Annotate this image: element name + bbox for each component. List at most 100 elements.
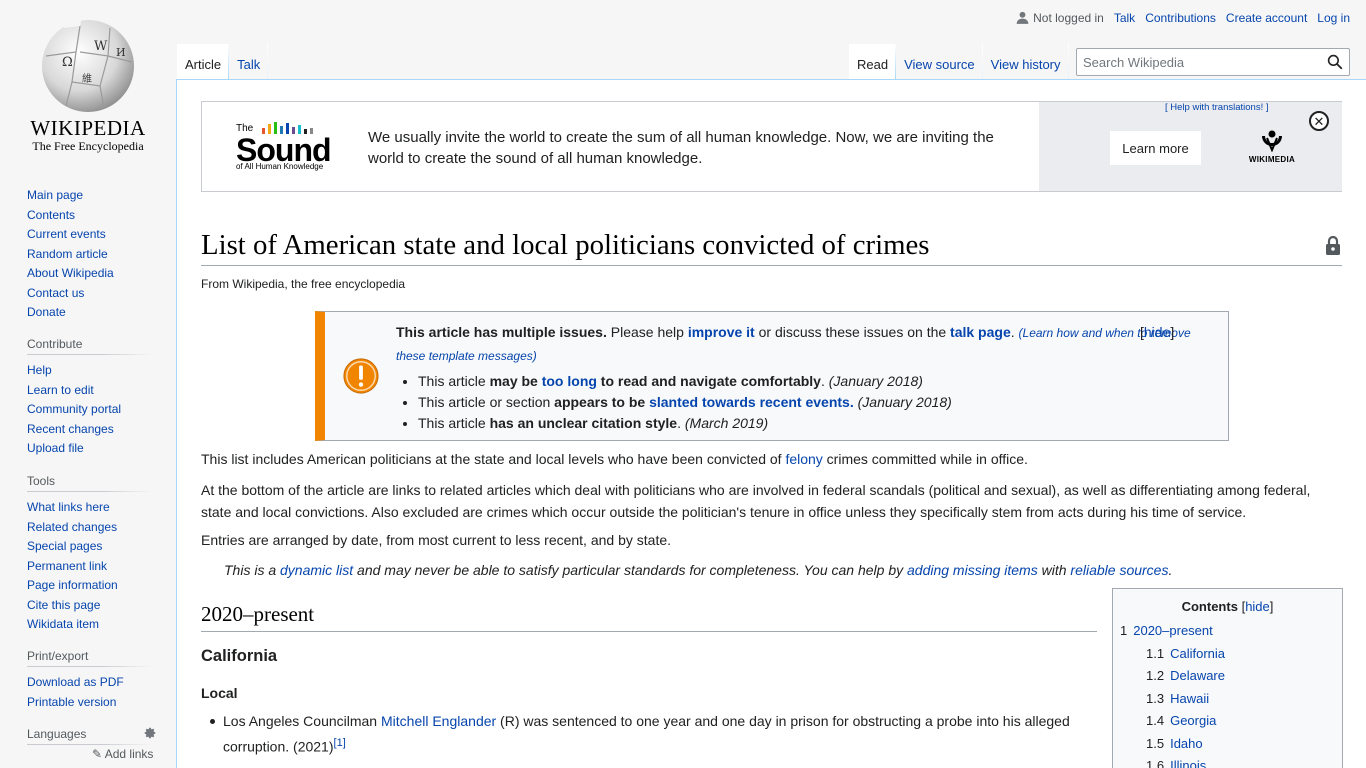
felony-link[interactable]: felony — [785, 451, 822, 467]
tab-read[interactable]: Read — [849, 44, 897, 80]
sidebar-item-wikidata-item[interactable]: Wikidata item — [27, 617, 99, 631]
tab-view-source[interactable]: View source — [896, 44, 983, 80]
log-in-link[interactable]: Log in — [1317, 11, 1350, 25]
sidebar-item-cite-this-page[interactable]: Cite this page — [27, 598, 100, 612]
sidebar-item-contents[interactable]: Contents — [27, 208, 75, 222]
intro-paragraph-2: At the bottom of the article are links t… — [201, 482, 1311, 520]
mitchell-englander-link[interactable]: Mitchell Englander — [381, 713, 496, 729]
banner-message: We usually invite the world to create th… — [368, 129, 994, 167]
print-heading: Print/export — [27, 649, 152, 667]
toc-hide-link[interactable]: hide — [1245, 599, 1270, 614]
toc-entry[interactable]: 1.3 Hawaii — [1120, 688, 1335, 711]
toc-entry[interactable]: 1 2020–present — [1120, 620, 1335, 643]
toc-entry[interactable]: 1.2 Delaware — [1120, 665, 1335, 688]
intro-paragraph-3: Entries are arranged by date, from most … — [201, 532, 672, 548]
sidebar-item-recent-changes[interactable]: Recent changes — [27, 422, 114, 436]
toc-link[interactable]: California — [1170, 646, 1225, 661]
tab-talk[interactable]: Talk — [229, 44, 269, 80]
too-long-link[interactable]: too long — [542, 373, 597, 389]
not-logged-in-label: Not logged in — [1033, 11, 1104, 25]
search-input[interactable] — [1077, 49, 1317, 75]
toc-link[interactable]: Delaware — [1170, 668, 1225, 683]
multiple-issues-box: This article has multiple issues. Please… — [315, 311, 1229, 441]
sidebar-item-community-portal[interactable]: Community portal — [27, 402, 121, 416]
toc-number: 1.2 — [1146, 668, 1165, 683]
toc-entry[interactable]: 1.5 Idaho — [1120, 733, 1335, 756]
toc-number: 1.1 — [1146, 645, 1165, 661]
svg-text:Ω: Ω — [62, 55, 73, 70]
sidebar-item-help[interactable]: Help — [27, 363, 52, 377]
sidebar-item-printable-version[interactable]: Printable version — [27, 695, 116, 709]
hat-text-d: . — [1168, 562, 1173, 578]
toc-list: 1 2020–present 1.1 California 1.2 Delaware … — [1120, 620, 1335, 768]
tab-view-history-label: View history — [990, 57, 1061, 72]
sidebar-item-upload-file[interactable]: Upload file — [27, 441, 84, 455]
toc-entry[interactable]: 1.6 Illinois — [1120, 755, 1335, 768]
improve-it-link[interactable]: improve it — [688, 324, 755, 340]
tab-view-history[interactable]: View history — [982, 44, 1069, 80]
learn-more-button[interactable]: Learn more — [1110, 131, 1201, 165]
toc-entry[interactable]: 1.4 Georgia — [1120, 710, 1335, 733]
talk-page-link[interactable]: talk page — [950, 324, 1011, 340]
sidebar-item-related-changes[interactable]: Related changes — [27, 520, 117, 534]
toc-link[interactable]: 2020–present — [1133, 623, 1213, 638]
reliable-sources-link[interactable]: reliable sources — [1070, 562, 1168, 578]
toc-entry[interactable]: 1.1 California — [1120, 643, 1335, 666]
issues-text: This article has multiple issues. Please… — [396, 321, 1216, 434]
sidebar-item-main-page[interactable]: Main page — [27, 188, 83, 202]
recentism-link[interactable]: slanted towards recent events. — [649, 394, 854, 410]
sidebar-item-donate[interactable]: Donate — [27, 305, 66, 319]
print-portal: Print/export Download as PDF Printable v… — [27, 649, 152, 712]
help-translations-link[interactable]: [ Help with translations! ] — [1165, 102, 1269, 113]
wikipedia-logo[interactable]: W Ω И 維 WIKIPEDIA The Free Encyclopedia — [0, 0, 176, 160]
adding-missing-items-link[interactable]: adding missing items — [907, 562, 1038, 578]
navigation-portal: Main page Contents Current events Random… — [27, 186, 152, 323]
p1-text-a: This list includes American politicians … — [201, 451, 786, 467]
sidebar-item-about[interactable]: About Wikipedia — [27, 266, 114, 280]
lock-icon[interactable] — [1325, 236, 1341, 256]
search-icon[interactable] — [1327, 54, 1343, 70]
toc-number: 1.4 — [1146, 713, 1165, 728]
sidebar-item-download-pdf[interactable]: Download as PDF — [27, 675, 124, 689]
gear-icon[interactable] — [143, 726, 157, 740]
tab-article-label: Article — [185, 57, 222, 72]
subsubsection-heading-local: Local — [201, 685, 238, 701]
toc-number: 1.5 — [1146, 735, 1165, 751]
sidebar-item-random-article[interactable]: Random article — [27, 247, 108, 261]
sidebar-item-permanent-link[interactable]: Permanent link — [27, 559, 107, 573]
svg-text:И: И — [116, 46, 126, 59]
reference-link[interactable]: [1] — [334, 737, 346, 749]
tools-portal: Tools What links here Related changes Sp… — [27, 474, 152, 635]
dynamic-list-note: This is a dynamic list and may never be … — [224, 559, 1172, 581]
list-item: This article or section appears to be sl… — [418, 392, 1216, 413]
toc-link[interactable]: Hawaii — [1170, 691, 1209, 706]
add-links[interactable]: ✎ Add links — [92, 747, 153, 761]
toc-link[interactable]: Georgia — [1170, 713, 1216, 728]
close-banner-button[interactable]: ✕ — [1309, 111, 1329, 131]
sidebar-item-special-pages[interactable]: Special pages — [27, 539, 102, 553]
sidebar-item-what-links-here[interactable]: What links here — [27, 500, 110, 514]
issue-bold: has an unclear citation style — [489, 415, 678, 431]
sidebar-item-learn-to-edit[interactable]: Learn to edit — [27, 383, 94, 397]
personal-talk-link[interactable]: Talk — [1114, 11, 1135, 25]
toc-link[interactable]: Idaho — [1170, 736, 1203, 751]
issue-text: This article — [418, 373, 490, 389]
tab-article[interactable]: Article — [177, 44, 230, 80]
svg-text:W: W — [94, 39, 108, 54]
hide-issues-link[interactable]: hide — [1144, 324, 1170, 340]
sidebar-item-current-events[interactable]: Current events — [27, 227, 106, 241]
toc-link[interactable]: Illinois — [1170, 758, 1206, 768]
warning-icon — [343, 358, 379, 394]
issues-text-2: or discuss these issues on the — [754, 324, 951, 340]
contributions-link[interactable]: Contributions — [1145, 11, 1216, 25]
issue-date: (January 2018) — [857, 394, 952, 410]
sidebar-item-page-information[interactable]: Page information — [27, 578, 118, 592]
puzzle-globe-icon: W Ω И 維 — [42, 16, 134, 112]
search-box — [1076, 48, 1350, 76]
section-heading-2020: 2020–present — [201, 602, 1097, 632]
sidebar-item-contact[interactable]: Contact us — [27, 286, 84, 300]
wikimedia-icon — [1262, 130, 1282, 153]
create-account-link[interactable]: Create account — [1226, 11, 1307, 25]
table-of-contents: Contents [hide] 1 2020–present 1.1 Califor… — [1112, 588, 1343, 768]
dynamic-list-link[interactable]: dynamic list — [280, 562, 353, 578]
